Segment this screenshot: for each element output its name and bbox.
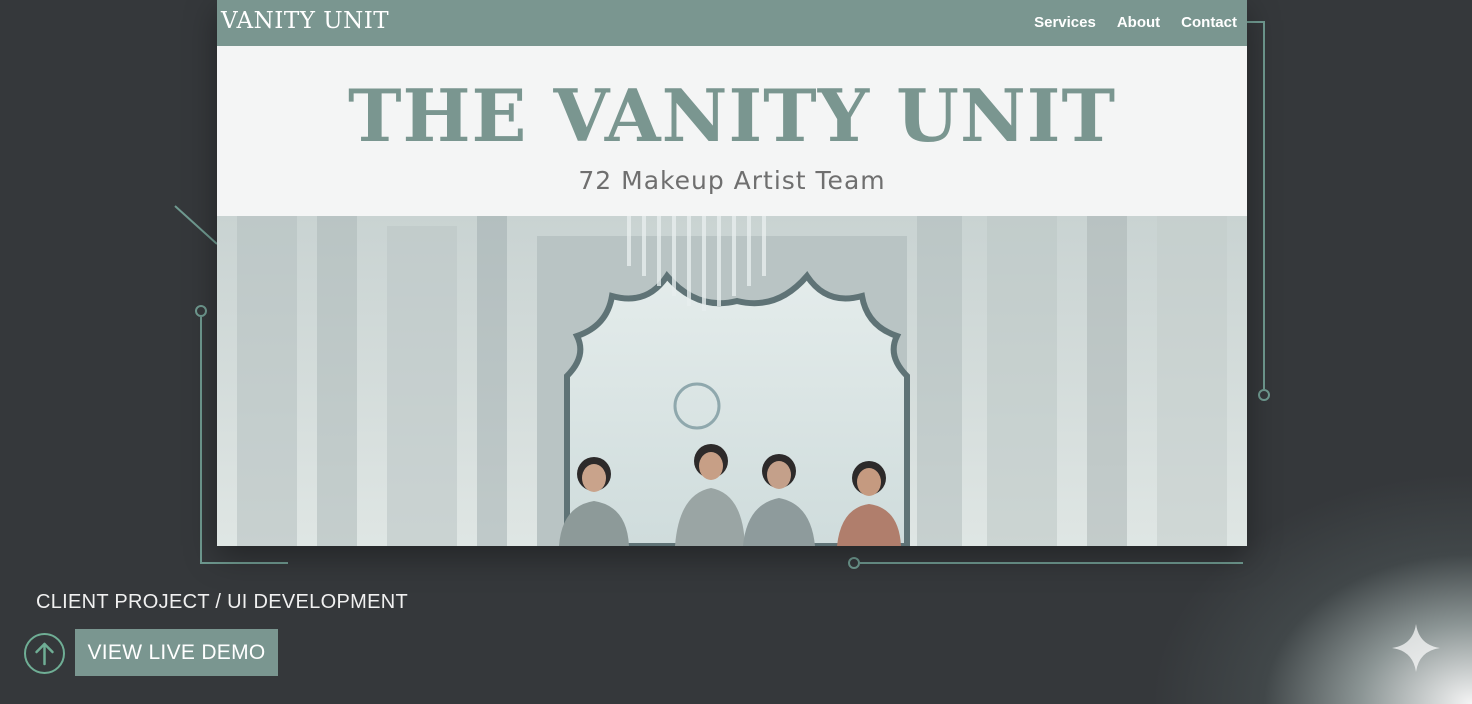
nav-link-services[interactable]: Services (1034, 14, 1096, 31)
hero-title: THE VANITY UNIT (347, 73, 1117, 158)
sparkle-icon (1392, 624, 1440, 672)
site-navbar: VANITY UNIT Services About Contact (217, 0, 1247, 46)
website-preview: VANITY UNIT Services About Contact THE V… (217, 0, 1247, 546)
nav-link-about[interactable]: About (1117, 14, 1160, 31)
site-logo[interactable]: VANITY UNIT (221, 8, 389, 34)
hero-subtitle: 72 Makeup Artist Team (578, 166, 886, 195)
nav-link-contact[interactable]: Contact (1181, 14, 1237, 31)
view-live-demo-button[interactable]: VIEW LIVE DEMO (75, 629, 278, 676)
project-caption: CLIENT PROJECT / UI DEVELOPMENT (36, 591, 408, 613)
site-nav-links: Services About Contact (1034, 14, 1237, 31)
hero-photo (217, 216, 1247, 546)
arrow-up-icon[interactable] (24, 633, 65, 674)
